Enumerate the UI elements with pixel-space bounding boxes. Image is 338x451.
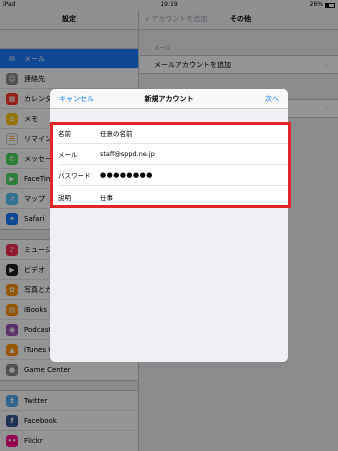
sheet-nav-bar: キャンセル 新規アカウント 次へ — [50, 89, 288, 109]
next-button[interactable]: 次へ — [265, 89, 279, 109]
sheet-title: 新規アカウント — [144, 95, 194, 103]
highlight-box — [50, 122, 291, 208]
